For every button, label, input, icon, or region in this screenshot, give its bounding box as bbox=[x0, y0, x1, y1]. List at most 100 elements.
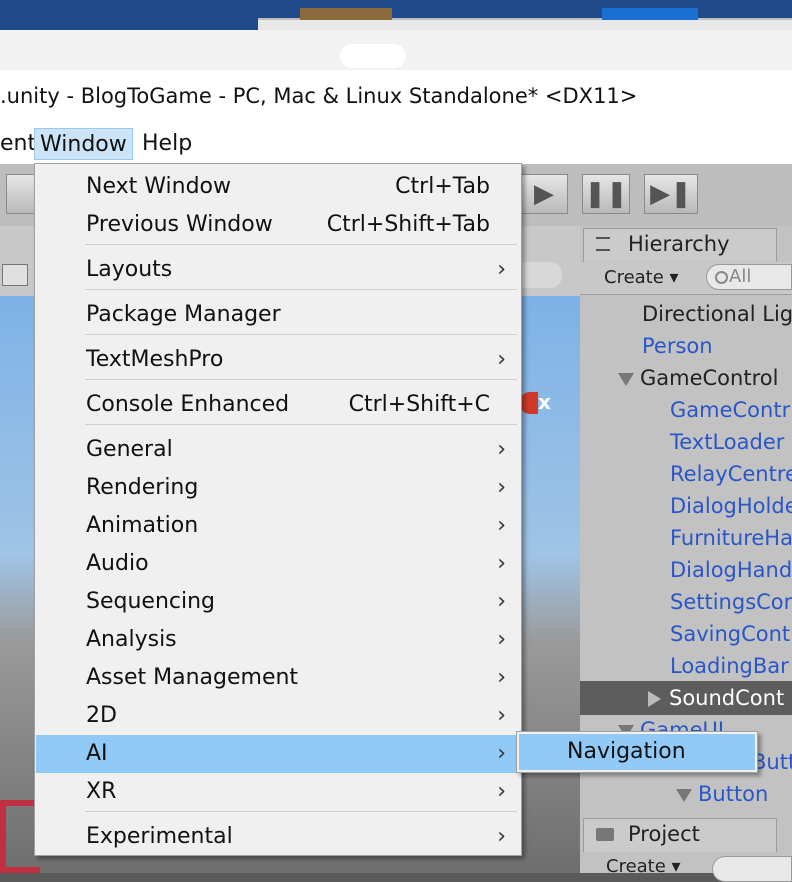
menu-item-textmeshpro[interactable]: TextMeshPro › bbox=[36, 341, 520, 379]
hierarchy-row[interactable]: RelayCentre bbox=[670, 458, 792, 490]
expand-arrow-icon[interactable] bbox=[676, 788, 692, 802]
project-create-button[interactable]: Create ▾ bbox=[606, 856, 681, 877]
expand-arrow-icon[interactable] bbox=[618, 372, 634, 386]
search-icon bbox=[715, 271, 728, 284]
menu-item-label: Next Window bbox=[86, 174, 231, 199]
background-taskbar bbox=[0, 0, 792, 32]
menu-separator bbox=[85, 379, 517, 380]
menu-item-audio[interactable]: Audio › bbox=[36, 545, 520, 583]
menu-item-shortcut: Ctrl+Tab bbox=[395, 174, 490, 199]
hierarchy-row[interactable]: FurnitureHa bbox=[670, 522, 792, 554]
menu-item-console-enhanced[interactable]: Console Enhanced Ctrl+Shift+C bbox=[36, 386, 520, 424]
menu-item-previous-window[interactable]: Previous Window Ctrl+Shift+Tab bbox=[36, 206, 520, 244]
submenu-arrow-icon: › bbox=[497, 589, 506, 614]
submenu-arrow-icon: › bbox=[497, 779, 506, 804]
hierarchy-row[interactable]: TextLoader bbox=[670, 426, 784, 458]
pause-icon: ❚❚ bbox=[584, 179, 628, 209]
menu-item-2d[interactable]: 2D › bbox=[36, 697, 520, 735]
menu-item-package-manager[interactable]: Package Manager bbox=[36, 296, 520, 334]
ai-submenu: Navigation bbox=[516, 731, 758, 773]
project-search-input[interactable] bbox=[712, 856, 792, 882]
menu-item-label: Package Manager bbox=[86, 302, 281, 327]
hierarchy-search-placeholder: All bbox=[729, 266, 752, 287]
menu-item-general[interactable]: General › bbox=[36, 431, 520, 469]
submenu-arrow-icon: › bbox=[497, 475, 506, 500]
step-icon: ▶❚ bbox=[650, 179, 692, 209]
scene-search-field[interactable] bbox=[520, 262, 562, 288]
menu-item-next-window[interactable]: Next Window Ctrl+Tab bbox=[36, 168, 520, 206]
menu-help[interactable]: Help bbox=[137, 128, 197, 160]
menu-item-label: Asset Management bbox=[86, 665, 299, 690]
hierarchy-row[interactable]: SettingsCon bbox=[670, 586, 792, 618]
menu-item-label: Layouts bbox=[86, 257, 173, 282]
menu-item-shortcut: Ctrl+Shift+Tab bbox=[326, 212, 490, 237]
hierarchy-row-label: GameControl bbox=[640, 366, 779, 390]
submenu-arrow-icon: › bbox=[497, 741, 506, 766]
hierarchy-row[interactable]: Butto bbox=[752, 746, 792, 778]
project-tab-label: Project bbox=[628, 822, 700, 846]
menu-item-animation[interactable]: Animation › bbox=[36, 507, 520, 545]
menu-item-xr[interactable]: XR › bbox=[36, 773, 520, 811]
scene-gizmo-icon[interactable] bbox=[520, 392, 538, 414]
expand-arrow-icon[interactable] bbox=[648, 691, 661, 707]
menu-item-label: XR bbox=[86, 779, 117, 804]
menu-item-label: Sequencing bbox=[86, 589, 216, 614]
hierarchy-row[interactable]: DialogHand bbox=[670, 554, 792, 586]
menu-item-label: Navigation bbox=[567, 739, 686, 764]
hierarchy-row[interactable]: Button bbox=[676, 778, 768, 810]
play-button[interactable]: ▶ bbox=[520, 174, 568, 214]
submenu-arrow-icon: › bbox=[497, 824, 506, 849]
menu-item-label: TextMeshPro bbox=[86, 347, 224, 372]
play-icon: ▶ bbox=[534, 179, 554, 209]
menu-separator bbox=[85, 244, 517, 245]
background-thumbnail bbox=[300, 8, 392, 20]
hierarchy-create-button[interactable]: Create ▾ bbox=[596, 264, 688, 292]
submenu-arrow-icon: › bbox=[497, 551, 506, 576]
submenu-arrow-icon: › bbox=[497, 347, 506, 372]
window-title: .unity - BlogToGame - PC, Mac & Linux St… bbox=[0, 84, 638, 108]
hierarchy-row-selected[interactable]: SoundCont bbox=[648, 682, 784, 714]
background-blue-block bbox=[602, 8, 698, 20]
menu-item-shortcut: Ctrl+Shift+C bbox=[348, 392, 490, 417]
folder-icon bbox=[596, 828, 614, 841]
title-bar: .unity - BlogToGame - PC, Mac & Linux St… bbox=[0, 70, 792, 124]
submenu-arrow-icon: › bbox=[497, 513, 506, 538]
scene-view-icon[interactable] bbox=[2, 264, 28, 286]
step-button[interactable]: ▶❚ bbox=[644, 174, 698, 214]
menu-item-label: 2D bbox=[86, 703, 117, 728]
menu-item-label: Animation bbox=[86, 513, 199, 538]
menu-item-asset-management[interactable]: Asset Management › bbox=[36, 659, 520, 697]
menu-item-rendering[interactable]: Rendering › bbox=[36, 469, 520, 507]
menu-item-ai[interactable]: AI › bbox=[36, 735, 520, 773]
tab-project[interactable]: Project bbox=[583, 818, 777, 852]
hierarchy-row[interactable]: LoadingBar bbox=[670, 650, 789, 682]
menu-separator bbox=[85, 424, 517, 425]
hierarchy-row[interactable]: Directional Lig bbox=[642, 298, 792, 330]
menu-item-sequencing[interactable]: Sequencing › bbox=[36, 583, 520, 621]
menu-separator bbox=[85, 334, 517, 335]
hierarchy-row[interactable]: SavingCont bbox=[670, 618, 790, 650]
submenu-arrow-icon: › bbox=[497, 665, 506, 690]
menu-item-analysis[interactable]: Analysis › bbox=[36, 621, 520, 659]
submenu-arrow-icon: › bbox=[497, 437, 506, 462]
menu-separator bbox=[85, 289, 517, 290]
background-window-toolbar bbox=[0, 30, 792, 70]
hierarchy-row-label: SoundCont bbox=[669, 686, 785, 710]
menu-bar: ent Window Help bbox=[0, 124, 792, 164]
hierarchy-row[interactable]: GameContr bbox=[670, 394, 790, 426]
menu-item-label: Console Enhanced bbox=[86, 392, 290, 417]
menu-window[interactable]: Window bbox=[34, 128, 133, 160]
menu-item-layouts[interactable]: Layouts › bbox=[36, 251, 520, 289]
hierarchy-row[interactable]: GameControl bbox=[618, 362, 778, 394]
tab-hierarchy[interactable]: Hierarchy bbox=[583, 228, 777, 262]
hierarchy-row[interactable]: Person bbox=[642, 330, 713, 362]
hierarchy-row[interactable]: DialogHolde bbox=[670, 490, 792, 522]
submenu-arrow-icon: › bbox=[497, 257, 506, 282]
hierarchy-search-input[interactable]: All bbox=[706, 264, 792, 290]
menu-item-experimental[interactable]: Experimental › bbox=[36, 818, 520, 856]
menu-item-label: AI bbox=[86, 741, 108, 766]
hierarchy-list-icon bbox=[596, 237, 610, 251]
pause-button[interactable]: ❚❚ bbox=[582, 174, 630, 214]
hierarchy-tab-label: Hierarchy bbox=[628, 232, 730, 256]
menu-item-navigation[interactable]: Navigation bbox=[519, 734, 755, 770]
